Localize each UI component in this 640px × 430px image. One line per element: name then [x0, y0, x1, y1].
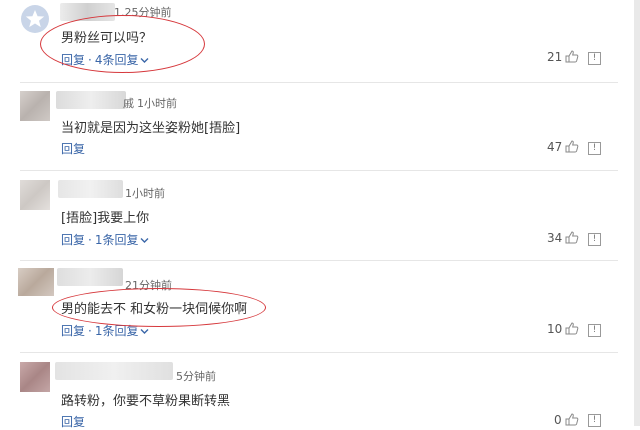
like-count-value: 21: [547, 50, 563, 64]
like-count-value: 10: [547, 322, 563, 336]
annotation-circle: [40, 15, 205, 73]
like-count-value: 0: [554, 413, 562, 427]
comment-time: 1小时前: [137, 97, 177, 110]
like-count[interactable]: 10: [547, 322, 579, 336]
divider: [20, 170, 618, 171]
separator-dot: ·: [88, 233, 92, 247]
comment-actions: 回复: [61, 413, 85, 430]
comment-text: 当初就是因为这坐姿粉她[捂脸]: [61, 121, 241, 136]
avatar[interactable]: [20, 362, 50, 392]
view-replies-button[interactable]: 1条回复: [95, 233, 139, 247]
reply-button[interactable]: 回复: [61, 233, 85, 247]
report-icon[interactable]: !: [588, 414, 601, 427]
annotation-circle: [52, 288, 266, 327]
avatar[interactable]: [18, 268, 54, 296]
report-icon[interactable]: !: [588, 142, 601, 155]
username-blurred[interactable]: [55, 362, 173, 380]
divider: [20, 352, 618, 353]
reply-button[interactable]: 回复: [61, 324, 85, 338]
chevron-down-icon[interactable]: [140, 237, 149, 244]
like-count[interactable]: 34: [547, 231, 579, 245]
thumbs-up-icon[interactable]: [565, 413, 579, 426]
divider: [20, 82, 618, 83]
reply-button[interactable]: 回复: [61, 415, 85, 429]
separator-dot: ·: [88, 324, 92, 338]
report-icon[interactable]: !: [588, 52, 601, 65]
comment-text: [捂脸]我要上你: [61, 211, 150, 226]
like-count[interactable]: 21: [547, 50, 579, 64]
thumbs-up-icon[interactable]: [565, 140, 579, 153]
thumbs-up-icon[interactable]: [565, 50, 579, 63]
like-count[interactable]: 0: [554, 413, 579, 427]
username-partial: 戚: [123, 97, 134, 110]
comment-time: 1小时前: [125, 187, 165, 200]
report-icon[interactable]: !: [588, 324, 601, 337]
avatar[interactable]: [20, 180, 50, 210]
comment-actions: 回复 · 1条回复: [61, 231, 149, 248]
star-avatar-icon: [21, 5, 49, 33]
like-count-value: 34: [547, 231, 563, 245]
thumbs-up-icon[interactable]: [565, 231, 579, 244]
divider: [20, 260, 618, 261]
username-blurred[interactable]: [57, 268, 123, 286]
username-blurred[interactable]: [58, 180, 123, 198]
avatar[interactable]: [20, 4, 50, 34]
chevron-down-icon[interactable]: [140, 328, 149, 335]
comment-time: 5分钟前: [176, 370, 216, 383]
report-icon[interactable]: !: [588, 233, 601, 246]
thumbs-up-icon[interactable]: [565, 322, 579, 335]
comment-actions: 回复: [61, 140, 85, 157]
reply-button[interactable]: 回复: [61, 142, 85, 156]
like-count[interactable]: 47: [547, 140, 579, 154]
scrollbar-track[interactable]: [634, 0, 640, 426]
comment-text: 路转粉，你要不草粉果断转黑: [61, 394, 231, 409]
avatar[interactable]: [20, 91, 50, 121]
like-count-value: 47: [547, 140, 563, 154]
username-blurred[interactable]: [56, 91, 126, 109]
